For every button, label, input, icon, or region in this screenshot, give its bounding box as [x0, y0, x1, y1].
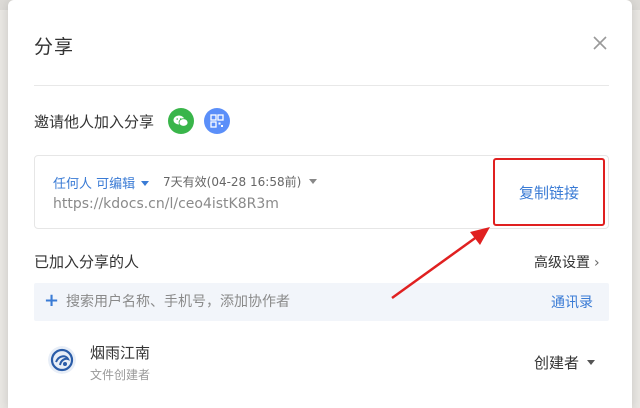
validity-label: 7天有效(04-28 16:58前) [163, 175, 302, 189]
collaborator-search-input[interactable] [66, 289, 506, 315]
member-row: 烟雨江南 文件创建者 创建者 [34, 336, 609, 390]
members-section-label: 已加入分享的人 [34, 253, 140, 271]
wechat-icon[interactable] [168, 108, 194, 134]
member-role-dropdown[interactable]: 创建者 [534, 352, 596, 373]
chevron-down-icon [587, 360, 596, 365]
permission-label: 任何人 可编辑 [53, 177, 136, 192]
title-divider [34, 85, 609, 86]
add-collaborator-row: + 通讯录 [34, 283, 609, 321]
invite-label: 邀请他人加入分享 [34, 113, 155, 131]
plus-icon: + [44, 290, 60, 311]
advanced-settings-label: 高级设置 [534, 255, 590, 271]
chevron-down-icon [309, 179, 318, 184]
share-link-url: https://kdocs.cn/l/ceo4istK8R3m [53, 196, 279, 212]
member-name: 烟雨江南 [90, 344, 151, 362]
share-dialog: 分享 邀请他人加入分享 任何人 可编辑 7天有效(04-28 16:58前) h… [8, 0, 632, 408]
close-icon[interactable] [590, 33, 610, 53]
share-link-box: 任何人 可编辑 7天有效(04-28 16:58前) https://kdocs… [34, 155, 609, 229]
qrcode-icon[interactable] [204, 108, 230, 134]
chevron-right-icon: › [594, 255, 600, 271]
avatar [48, 346, 76, 374]
permission-dropdown[interactable]: 任何人 可编辑 [53, 173, 150, 192]
validity-dropdown[interactable]: 7天有效(04-28 16:58前) [163, 173, 318, 190]
member-subtitle: 文件创建者 [90, 368, 151, 382]
chevron-down-icon [141, 181, 150, 186]
contacts-link[interactable]: 通讯录 [551, 292, 593, 312]
member-role-label: 创建者 [534, 354, 580, 372]
advanced-settings-link[interactable]: 高级设置 › [534, 252, 600, 272]
copy-link-button[interactable]: 复制链接 [493, 158, 605, 226]
dialog-title: 分享 [34, 36, 75, 58]
